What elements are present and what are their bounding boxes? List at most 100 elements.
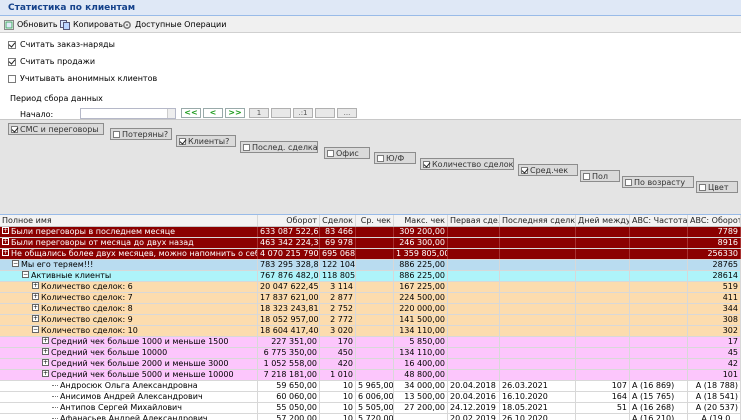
expand-toggle-icon[interactable]: − <box>12 260 19 267</box>
cell-text: 7 218 181,00 <box>263 370 317 379</box>
header-days-between[interactable]: Дней между... <box>576 215 630 226</box>
table-row[interactable]: + Средний чек больше 1000 и меньше 1500 22… <box>0 337 741 348</box>
row-name-cell: + Средний чек больше 1000 и меньше 1500 <box>0 337 258 347</box>
table-cell: 224 500,00 <box>394 293 448 303</box>
header-first-deal[interactable]: Первая сде... <box>448 215 500 226</box>
table-row[interactable]: + Средний чек больше 10000 6 775 350,00 450… <box>0 348 741 359</box>
table-row[interactable]: Антипов Сергей Михайлович 55 050,00 10 5 50… <box>0 403 741 414</box>
checkbox-box[interactable] <box>8 57 16 66</box>
checkbox-box[interactable] <box>583 172 590 180</box>
expand-toggle-icon[interactable]: + <box>2 238 9 245</box>
table-cell <box>576 249 630 259</box>
checkbox-box[interactable] <box>625 178 632 186</box>
table-row[interactable]: − Активные клиенты 767 876 482,07 118 805 88… <box>0 271 741 282</box>
column-toggle-deal-count[interactable]: Количество сделок <box>420 158 514 170</box>
column-toggle-office[interactable]: Офис <box>324 147 370 159</box>
period-preset-button-3[interactable]: .:1 <box>293 108 313 118</box>
cell-text: 1 359 805,00 <box>396 249 448 258</box>
table-row[interactable]: + Средний чек больше 2000 и меньше 3000 1 … <box>0 359 741 370</box>
row-name-cell: + Были переговоры от месяца до двух назад <box>0 238 258 248</box>
prev-prev-button[interactable]: << <box>181 108 201 118</box>
period-preset-button-2[interactable] <box>271 108 291 118</box>
column-toggle-last-deal[interactable]: Послед. сделка <box>240 141 318 153</box>
table-row[interactable]: Афанасьев Андрей Александрович 57 200,00 1… <box>0 414 741 420</box>
expand-toggle-icon[interactable]: + <box>32 304 39 311</box>
checkbox-box[interactable] <box>521 166 528 174</box>
header-deals[interactable]: Сделок <box>320 215 356 226</box>
table-cell: 519 <box>688 282 741 292</box>
cell-text: 1 010 <box>330 370 353 379</box>
expand-toggle-icon[interactable]: + <box>2 249 9 256</box>
column-toggle-avg-check[interactable]: Сред.чек <box>518 164 578 176</box>
table-cell: 26.03.2021 <box>500 381 576 391</box>
table-row[interactable]: Анисимов Андрей Александрович 60 060,00 10… <box>0 392 741 403</box>
prev-button[interactable]: < <box>203 108 223 118</box>
table-cell: 60 060,00 <box>258 392 320 402</box>
column-toggle-age[interactable]: По возрасту <box>622 176 694 188</box>
count-sales-checkbox[interactable]: Считать продажи <box>8 57 95 66</box>
expand-toggle-icon[interactable]: + <box>42 348 49 355</box>
refresh-button[interactable]: Обновить <box>4 18 58 31</box>
checkbox-box[interactable] <box>8 40 16 49</box>
checkbox-box[interactable] <box>243 143 250 151</box>
column-toggle-legal[interactable]: Ю/Ф <box>374 152 416 164</box>
checkbox-box[interactable] <box>423 160 430 168</box>
table-row[interactable]: + Количество сделок: 6 20 047 622,45 3 114 1… <box>0 282 741 293</box>
period-preset-button-4[interactable] <box>315 108 335 118</box>
period-preset-button-5[interactable]: ... <box>337 108 357 118</box>
count-orders-checkbox[interactable]: Считать заказ-наряды <box>8 40 115 49</box>
column-toggle-lost[interactable]: Потеряны? <box>110 128 172 140</box>
header-abc-turnover[interactable]: ABC: Оборот <box>688 215 741 226</box>
checkbox-box[interactable] <box>113 130 120 138</box>
header-full-name[interactable]: Полное имя <box>0 215 258 226</box>
expand-toggle-icon[interactable]: − <box>22 271 29 278</box>
expand-toggle-icon[interactable]: + <box>42 359 49 366</box>
operations-button[interactable]: Доступные Операции <box>122 18 226 31</box>
header-turnover[interactable]: Оборот <box>258 215 320 226</box>
expand-toggle-icon[interactable]: + <box>32 315 39 322</box>
checkbox-box[interactable] <box>11 125 18 133</box>
expand-toggle-icon[interactable]: + <box>32 282 39 289</box>
cell-text: 134 110,00 <box>399 348 445 357</box>
checkbox-box[interactable] <box>377 154 384 162</box>
table-cell <box>500 293 576 303</box>
table-row[interactable]: + Количество сделок: 7 17 837 621,00 2 877 2… <box>0 293 741 304</box>
expand-toggle-icon[interactable]: + <box>32 293 39 300</box>
header-avg-check[interactable]: Ср. чек <box>356 215 394 226</box>
checkbox-box[interactable] <box>699 183 706 191</box>
column-toggle-sms[interactable]: СМС и переговоры <box>8 123 104 135</box>
expand-toggle-icon[interactable]: + <box>42 370 49 377</box>
anonymous-clients-checkbox[interactable]: Учитывать анонимных клиентов <box>8 74 157 83</box>
column-toggle-gender[interactable]: Пол <box>580 170 620 182</box>
table-row[interactable]: + Количество сделок: 8 18 323 243,81 2 752 2… <box>0 304 741 315</box>
checkbox-box[interactable] <box>8 74 16 83</box>
header-abc-frequency[interactable]: ABC: Частота <box>630 215 688 226</box>
header-max-check[interactable]: Макс. чек <box>394 215 448 226</box>
expand-toggle-icon[interactable]: − <box>32 326 39 333</box>
column-toggle-clients[interactable]: Клиенты? <box>176 135 236 147</box>
header-last-deal[interactable]: Последняя сделка <box>500 215 576 226</box>
table-row[interactable]: − Мы его теряем!!! 783 295 328,89 122 104 88… <box>0 260 741 271</box>
next-next-button[interactable]: >> <box>225 108 245 118</box>
cell-text: Средний чек больше 2000 и меньше 3000 <box>51 359 229 368</box>
expand-toggle-icon[interactable]: + <box>42 337 49 344</box>
expand-toggle-icon[interactable]: + <box>2 227 9 234</box>
table-cell: A (16 268) <box>630 403 688 413</box>
copy-button[interactable]: Копировать <box>60 18 123 31</box>
start-date-field[interactable] <box>80 108 176 119</box>
table-row[interactable]: Андросюк Ольга Александровна 59 650,00 10 5… <box>0 381 741 392</box>
table-row[interactable]: − Количество сделок: 10 18 604 417,40 3 020… <box>0 326 741 337</box>
table-row[interactable]: + Были переговоры от месяца до двух назад… <box>0 238 741 249</box>
cell-text: Анисимов Андрей Александрович <box>60 392 203 401</box>
table-cell: 886 225,00 <box>394 271 448 281</box>
column-toggle-color[interactable]: Цвет <box>696 181 738 193</box>
table-cell: 20.02.2019 <box>448 414 500 420</box>
table-cell: 8916 <box>688 238 741 248</box>
table-row[interactable]: + Не общались более двух месяцев, можно н… <box>0 249 741 260</box>
table-row[interactable]: + Были переговоры в последнем месяце 633 0… <box>0 227 741 238</box>
period-preset-button-1[interactable]: 1 <box>249 108 269 118</box>
checkbox-box[interactable] <box>179 137 186 145</box>
checkbox-box[interactable] <box>327 149 334 157</box>
table-row[interactable]: + Средний чек больше 5000 и меньше 10000 7… <box>0 370 741 381</box>
table-row[interactable]: + Количество сделок: 9 18 052 957,00 2 772 1… <box>0 315 741 326</box>
